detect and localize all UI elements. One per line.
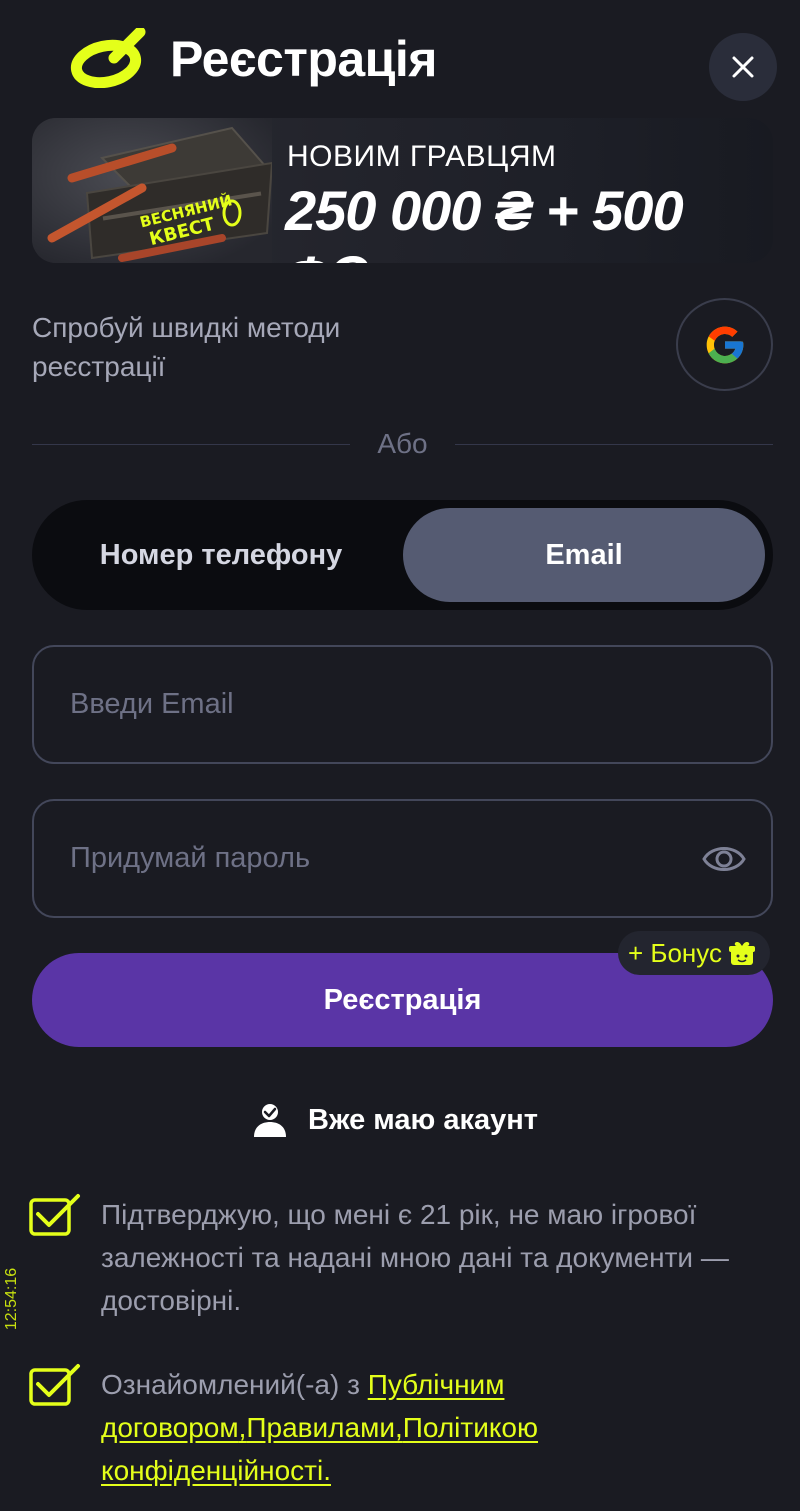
google-signup-button[interactable] (676, 298, 773, 391)
eye-icon[interactable] (702, 839, 746, 879)
age-consent-text: Підтверджую, що мені є 21 рік, не маю іг… (101, 1199, 729, 1316)
terms-prefix: Ознайомлений(-а) з (101, 1369, 368, 1400)
promo-banner[interactable]: ВЕСНЯНИЙ КВЕСТ НОВИМ ГРАВЦЯМ 250 000 ₴ +… (32, 118, 773, 263)
close-icon (732, 56, 754, 78)
user-check-icon (254, 1104, 286, 1137)
age-consent-checkbox[interactable] (28, 1192, 82, 1238)
password-field-container (32, 799, 773, 918)
gift-icon (729, 942, 755, 965)
close-button[interactable] (709, 33, 777, 101)
rules-link[interactable]: Правилами (246, 1412, 395, 1443)
page-title: Реєстрація (170, 31, 437, 87)
tab-email[interactable]: Email (403, 508, 765, 602)
have-account-link[interactable]: Вже маю акаунт (252, 1098, 538, 1142)
google-icon (706, 326, 743, 363)
banner-bonus-amount: 250 000 ₴ + 500 ФС (285, 179, 684, 263)
divider-label: Або (377, 428, 428, 459)
bonus-badge[interactable]: + Бонус (618, 931, 770, 975)
terms-consent-checkbox[interactable] (28, 1362, 82, 1408)
divider-right (455, 444, 773, 445)
password-input[interactable] (70, 801, 670, 916)
treasure-chest-illustration: ВЕСНЯНИЙ КВЕСТ (32, 118, 272, 263)
header: Реєстрація (0, 0, 800, 110)
email-input[interactable] (70, 647, 670, 762)
email-field-container (32, 645, 773, 764)
quick-signup-text: Спробуй швидкі методи реєстрації (32, 312, 341, 382)
side-timestamp: 12:54:16 (3, 1267, 20, 1331)
brand-logo-icon (70, 28, 146, 88)
tab-phone[interactable]: Номер телефону (40, 508, 402, 602)
terms-consent-text: Ознайомлений(-а) з Публічним договором,П… (101, 1363, 761, 1492)
signup-method-toggle: Номер телефону Email (32, 500, 773, 610)
terms-separator-2: , (394, 1412, 403, 1443)
divider-left (32, 444, 350, 445)
bonus-label: + Бонус (628, 937, 722, 968)
banner-headline: НОВИМ ГРАВЦЯМ (287, 140, 557, 173)
have-account-label: Вже маю акаунт (308, 1103, 538, 1136)
